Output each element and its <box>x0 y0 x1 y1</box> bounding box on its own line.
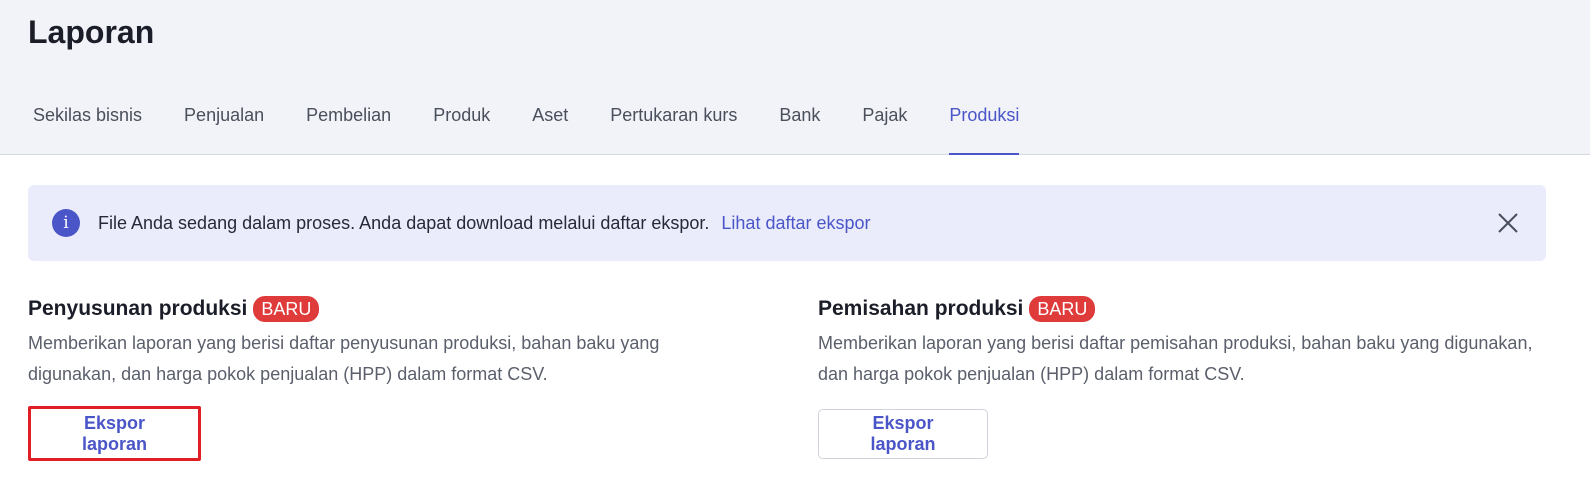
tab-aset[interactable]: Aset <box>511 96 589 154</box>
export-report-button-penyusunan[interactable]: Ekspor laporan <box>28 406 201 461</box>
card-description: Memberikan laporan yang berisi daftar pe… <box>818 333 1533 384</box>
page-title: Laporan <box>28 14 155 50</box>
tab-pembelian[interactable]: Pembelian <box>285 96 412 154</box>
card-description: Memberikan laporan yang berisi daftar pe… <box>28 333 660 384</box>
tab-sekilas-bisnis[interactable]: Sekilas bisnis <box>12 96 163 154</box>
card-title-row: Pemisahan produksi BARU <box>818 294 1558 324</box>
tab-pajak[interactable]: Pajak <box>841 96 928 154</box>
export-list-link[interactable]: Lihat daftar ekspor <box>721 213 870 234</box>
info-icon: i <box>52 209 80 237</box>
tab-bank[interactable]: Bank <box>758 96 841 154</box>
card-title: Pemisahan produksi <box>818 297 1024 320</box>
banner-message: File Anda sedang dalam proses. Anda dapa… <box>98 212 710 233</box>
tab-penjualan[interactable]: Penjualan <box>163 96 285 154</box>
new-badge: BARU <box>1029 296 1096 322</box>
card-title: Penyusunan produksi <box>28 297 248 320</box>
report-tabs: Sekilas bisnis Penjualan Pembelian Produ… <box>12 96 1040 155</box>
info-banner: i File Anda sedang dalam proses. Anda da… <box>28 185 1546 261</box>
card-penyusunan-produksi: Penyusunan produksi BARU Memberikan lapo… <box>28 294 768 390</box>
tab-produksi[interactable]: Produksi <box>928 96 1040 155</box>
new-badge: BARU <box>253 296 320 322</box>
close-icon[interactable] <box>1496 211 1520 235</box>
card-pemisahan-produksi: Pemisahan produksi BARU Memberikan lapor… <box>818 294 1558 390</box>
page-header: Laporan Sekilas bisnis Penjualan Pembeli… <box>0 0 1590 155</box>
tab-pertukaran-kurs[interactable]: Pertukaran kurs <box>589 96 758 154</box>
card-title-row: Penyusunan produksi BARU <box>28 294 768 324</box>
tab-produk[interactable]: Produk <box>412 96 511 154</box>
export-report-button-pemisahan[interactable]: Ekspor laporan <box>818 409 988 459</box>
